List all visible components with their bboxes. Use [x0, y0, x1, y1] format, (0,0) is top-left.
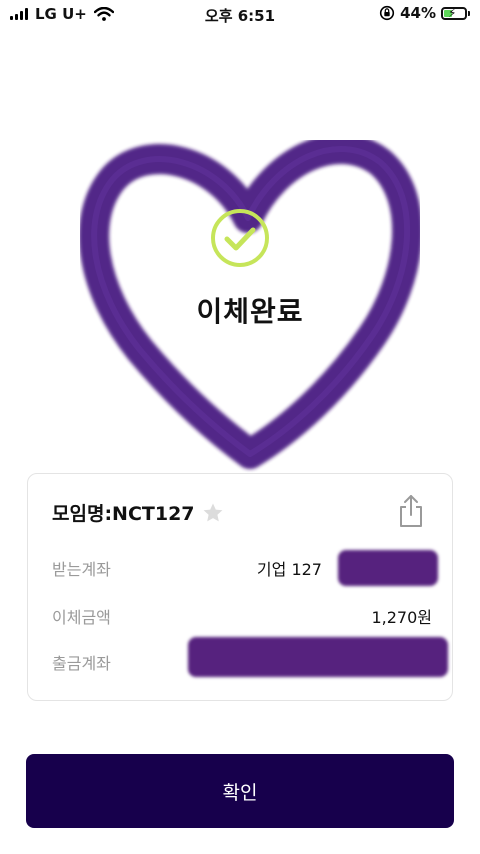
redacted-receive-account — [338, 550, 438, 586]
orientation-lock-icon — [379, 5, 395, 21]
battery-percent: 44% — [400, 4, 436, 22]
receive-account-label: 받는계좌 — [52, 560, 111, 579]
group-name: 모임명:NCT127 — [52, 499, 225, 526]
transfer-details-card: 모임명:NCT127 받는계좌 기업 127 이체금액 1,270원 출금계좌 — [27, 473, 453, 701]
battery-cap — [468, 10, 470, 16]
check-circle-icon — [211, 209, 269, 267]
transfer-amount-value: 1,270원 — [371, 608, 432, 627]
group-name-label: 모임명:NCT127 — [52, 503, 195, 525]
withdraw-account-label: 출금계좌 — [52, 654, 111, 673]
transfer-amount-row: 이체금액 1,270원 — [52, 604, 432, 628]
status-bar-right: 44% ⚡ — [379, 4, 470, 22]
battery-icon: ⚡ — [441, 6, 467, 20]
receive-account-value: 기업 127 — [256, 560, 322, 579]
status-bar: LG U+ 오후 6:51 44% ⚡ — [0, 0, 480, 28]
confirm-button[interactable]: 확인 — [26, 754, 454, 828]
page-title: 이체완료 — [196, 295, 304, 328]
star-icon[interactable] — [201, 501, 225, 525]
transfer-complete-graphic: 이체완료 — [80, 140, 420, 475]
confirm-button-label: 확인 — [222, 781, 258, 804]
share-icon[interactable] — [398, 494, 424, 528]
redacted-withdraw-account — [188, 637, 448, 677]
transfer-amount-label: 이체금액 — [52, 608, 111, 627]
